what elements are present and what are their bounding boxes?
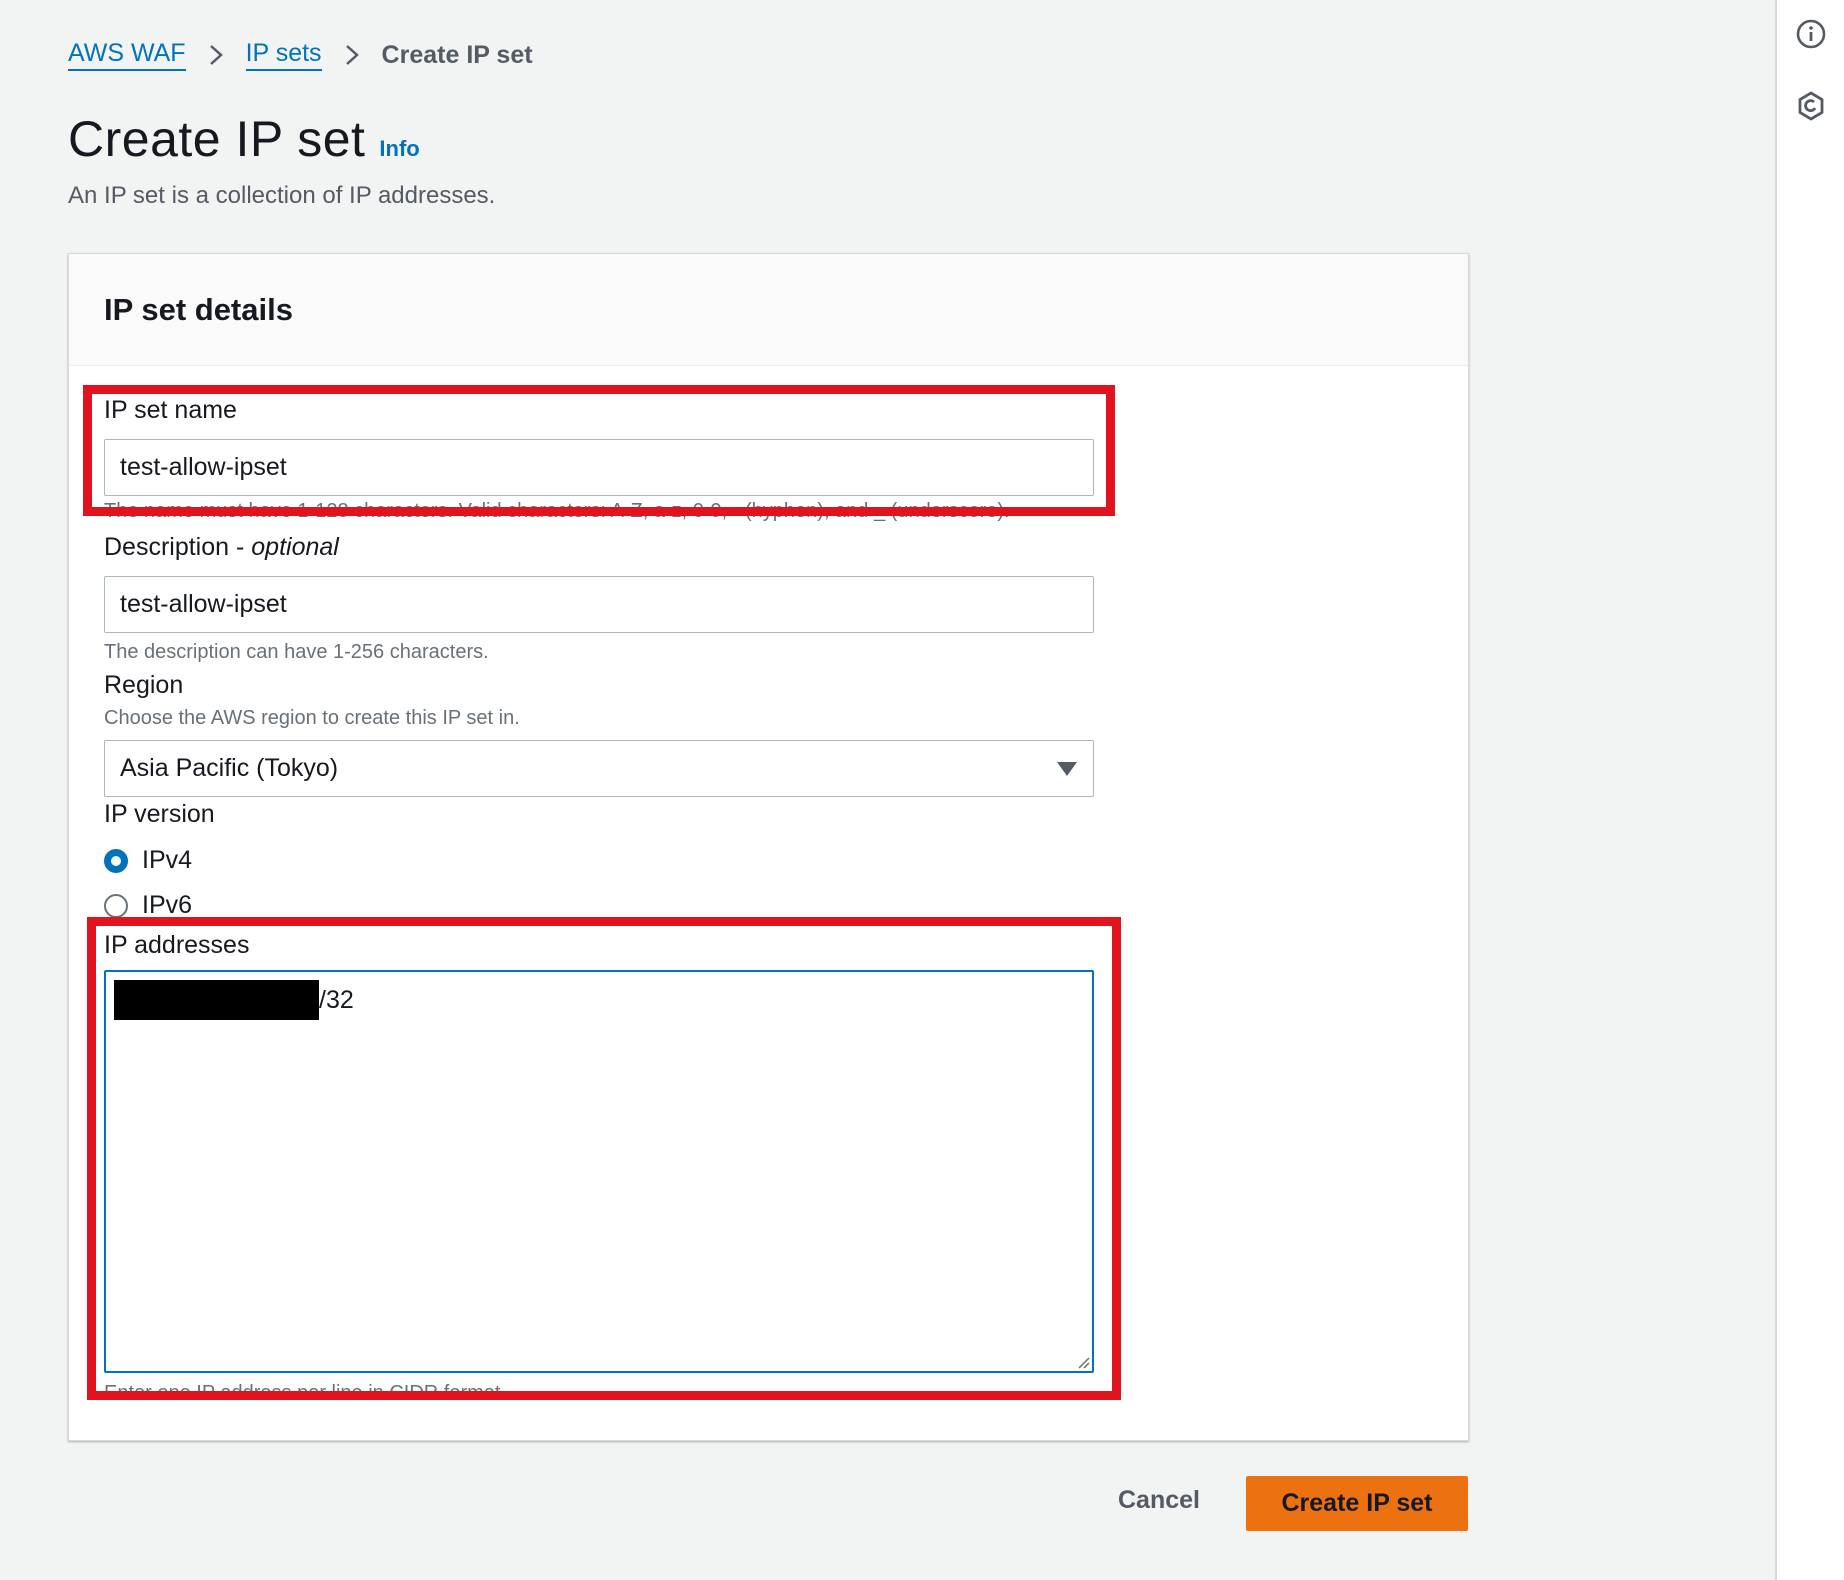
ipv6-radio-label: IPv6 — [142, 891, 193, 919]
region-select-value: Asia Pacific (Tokyo) — [120, 754, 339, 782]
region-label: Region — [104, 671, 184, 699]
breadcrumb-aws-waf-link[interactable]: AWS WAF — [68, 38, 186, 71]
region-hint: Choose the AWS region to create this IP … — [104, 707, 520, 729]
description-input[interactable] — [104, 576, 1094, 633]
page-description: An IP set is a collection of IP addresse… — [68, 182, 496, 209]
ip-version-label: IP version — [104, 800, 215, 828]
optional-label: optional — [251, 533, 339, 561]
cancel-button[interactable]: Cancel — [1118, 1486, 1200, 1515]
breadcrumb-ip-sets-link[interactable]: IP sets — [245, 38, 322, 71]
ipv4-radio-option[interactable]: IPv4 — [104, 846, 192, 875]
chevron-right-icon — [344, 44, 360, 65]
ipv6-radio-option[interactable]: IPv6 — [104, 891, 192, 920]
description-label-text: Description — [104, 533, 230, 561]
region-select[interactable]: Asia Pacific (Tokyo) — [104, 740, 1094, 797]
hexagon-settings-icon[interactable] — [1794, 89, 1828, 123]
page-title: Create IP set — [68, 111, 366, 167]
ipv6-radio[interactable] — [104, 893, 128, 918]
description-label: Description - optional — [104, 533, 339, 561]
info-link[interactable]: Info — [379, 136, 419, 162]
page-header: Create IP set Info — [68, 110, 420, 168]
panel-title: IP set details — [104, 291, 293, 327]
caret-down-icon — [1057, 761, 1077, 776]
right-tools-rail — [1775, 0, 1844, 1580]
create-ip-set-button[interactable]: Create IP set — [1246, 1476, 1468, 1531]
ipv4-radio[interactable] — [104, 848, 128, 873]
breadcrumb-current: Create IP set — [381, 40, 533, 69]
info-circle-icon[interactable] — [1794, 17, 1828, 51]
panel-header: IP set details — [69, 254, 1468, 366]
chevron-right-icon — [208, 44, 224, 65]
name-field-highlight — [83, 385, 1115, 516]
ipv4-radio-label: IPv4 — [142, 846, 193, 874]
description-hint: The description can have 1-256 character… — [104, 641, 489, 663]
ip-addresses-highlight — [87, 917, 1121, 1400]
breadcrumb: AWS WAF IP sets Create IP set — [68, 38, 533, 71]
